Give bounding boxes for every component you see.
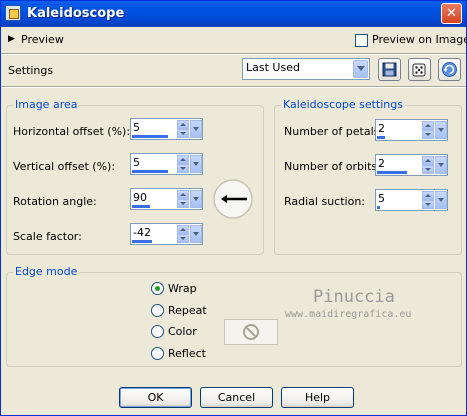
horizontal-offset-label: Horizontal offset (%): xyxy=(13,125,131,138)
vertical-offset-label: Vertical offset (%): xyxy=(13,160,116,173)
edge-mode-repeat-label[interactable]: Repeat xyxy=(168,304,207,317)
kaleidoscope-dialog: Kaleidoscope ✕ ▶ Preview Preview on Imag… xyxy=(0,0,467,416)
number-of-petals-spinner[interactable] xyxy=(422,121,434,139)
rotation-dial[interactable] xyxy=(212,178,254,220)
image-area-title: Image area xyxy=(13,98,80,111)
preview-on-image-checkbox[interactable] xyxy=(355,34,368,47)
horizontal-offset-input[interactable]: 5 xyxy=(130,118,203,140)
preview-label[interactable]: Preview xyxy=(21,33,64,46)
edge-mode-color-label[interactable]: Color xyxy=(168,325,197,338)
no-color-icon xyxy=(243,324,259,340)
radial-suction-spinner[interactable] xyxy=(422,191,434,209)
edge-mode-wrap-radio[interactable] xyxy=(151,282,164,295)
scale-factor-value: -42 xyxy=(133,226,151,239)
spin-up-icon[interactable] xyxy=(177,155,189,164)
close-button[interactable]: ✕ xyxy=(441,3,462,24)
spin-up-icon[interactable] xyxy=(177,225,189,234)
divider-2-highlight xyxy=(1,87,466,88)
rotation-angle-value: 90 xyxy=(133,191,147,204)
number-of-orbits-dropdown-icon[interactable] xyxy=(435,156,447,174)
settings-label: Settings xyxy=(8,64,54,77)
spin-up-icon[interactable] xyxy=(422,156,434,165)
scale-factor-input[interactable]: -42 xyxy=(130,223,203,245)
edge-mode-title: Edge mode xyxy=(13,265,80,278)
edge-mode-repeat-radio[interactable] xyxy=(151,304,164,317)
number-of-petals-slider[interactable] xyxy=(377,136,385,139)
edge-mode-color-radio[interactable] xyxy=(151,325,164,338)
spin-down-icon[interactable] xyxy=(177,164,189,173)
help-button[interactable]: Help xyxy=(281,387,354,408)
app-icon xyxy=(5,5,21,21)
rotation-angle-slider[interactable] xyxy=(132,205,150,208)
scale-factor-slider[interactable] xyxy=(132,240,152,243)
horizontal-offset-spinner[interactable] xyxy=(177,120,189,138)
rotation-angle-label: Rotation angle: xyxy=(13,195,97,208)
reset-button[interactable] xyxy=(438,58,461,81)
reset-arrow-icon xyxy=(442,62,457,77)
number-of-orbits-spinner[interactable] xyxy=(422,156,434,174)
watermark-url: www.maidiregrafica.eu xyxy=(285,309,412,320)
preview-on-image-label: Preview on Image xyxy=(372,33,467,46)
number-of-orbits-slider[interactable] xyxy=(377,171,407,174)
spin-up-icon[interactable] xyxy=(422,121,434,130)
ok-button[interactable]: OK xyxy=(119,387,192,408)
vertical-offset-spinner[interactable] xyxy=(177,155,189,173)
save-preset-button[interactable] xyxy=(378,58,401,81)
horizontal-offset-value: 5 xyxy=(133,121,140,134)
window-title: Kaleidoscope xyxy=(27,6,125,21)
number-of-orbits-label: Number of orbits: xyxy=(284,160,381,173)
scale-factor-label: Scale factor: xyxy=(13,230,82,243)
edge-mode-wrap-label[interactable]: Wrap xyxy=(168,282,197,295)
scale-factor-spinner[interactable] xyxy=(177,225,189,243)
number-of-orbits-value: 2 xyxy=(378,157,385,170)
chevron-down-icon xyxy=(353,60,368,78)
number-of-petals-input[interactable]: 2 xyxy=(375,119,448,141)
spin-up-icon[interactable] xyxy=(177,190,189,199)
radial-suction-label: Radial suction: xyxy=(284,195,366,208)
spin-down-icon[interactable] xyxy=(177,234,189,243)
divider-highlight xyxy=(1,54,466,55)
edge-mode-reflect-radio[interactable] xyxy=(151,347,164,360)
horizontal-offset-slider[interactable] xyxy=(132,135,168,138)
spin-up-icon[interactable] xyxy=(177,120,189,129)
radial-suction-value: 5 xyxy=(378,192,385,205)
radial-suction-input[interactable]: 5 xyxy=(375,189,448,211)
rotation-angle-input[interactable]: 90 xyxy=(130,188,203,210)
spin-down-icon[interactable] xyxy=(422,200,434,209)
spin-down-icon[interactable] xyxy=(422,165,434,174)
number-of-petals-dropdown-icon[interactable] xyxy=(435,121,447,139)
edge-color-swatch[interactable] xyxy=(224,319,278,345)
rotation-angle-spinner[interactable] xyxy=(177,190,189,208)
preset-value: Last Used xyxy=(246,61,300,74)
scale-factor-dropdown-icon[interactable] xyxy=(190,225,202,243)
rotation-angle-dropdown-icon[interactable] xyxy=(190,190,202,208)
watermark-name: Pinuccia xyxy=(313,287,395,307)
vertical-offset-slider[interactable] xyxy=(132,170,168,173)
number-of-orbits-input[interactable]: 2 xyxy=(375,154,448,176)
number-of-petals-label: Number of petals: xyxy=(284,125,384,138)
number-of-petals-value: 2 xyxy=(378,122,385,135)
preview-toggle-icon[interactable]: ▶ xyxy=(8,34,15,44)
preset-dropdown[interactable]: Last Used xyxy=(242,58,370,80)
kaleidoscope-settings-title: Kaleidoscope settings xyxy=(281,98,405,111)
spin-up-icon[interactable] xyxy=(422,191,434,200)
spin-down-icon[interactable] xyxy=(177,199,189,208)
dice-icon xyxy=(412,63,426,77)
radial-suction-dropdown-icon[interactable] xyxy=(435,191,447,209)
spin-down-icon[interactable] xyxy=(177,129,189,138)
vertical-offset-dropdown-icon[interactable] xyxy=(190,155,202,173)
title-bar: Kaleidoscope ✕ xyxy=(1,1,466,27)
cancel-button[interactable]: Cancel xyxy=(200,387,273,408)
vertical-offset-input[interactable]: 5 xyxy=(130,153,203,175)
horizontal-offset-dropdown-icon[interactable] xyxy=(190,120,202,138)
radial-suction-slider[interactable] xyxy=(377,206,380,209)
floppy-disk-icon xyxy=(382,62,397,77)
edge-mode-reflect-label[interactable]: Reflect xyxy=(168,347,206,360)
randomize-button[interactable] xyxy=(408,58,431,81)
vertical-offset-value: 5 xyxy=(133,156,140,169)
spin-down-icon[interactable] xyxy=(422,130,434,139)
